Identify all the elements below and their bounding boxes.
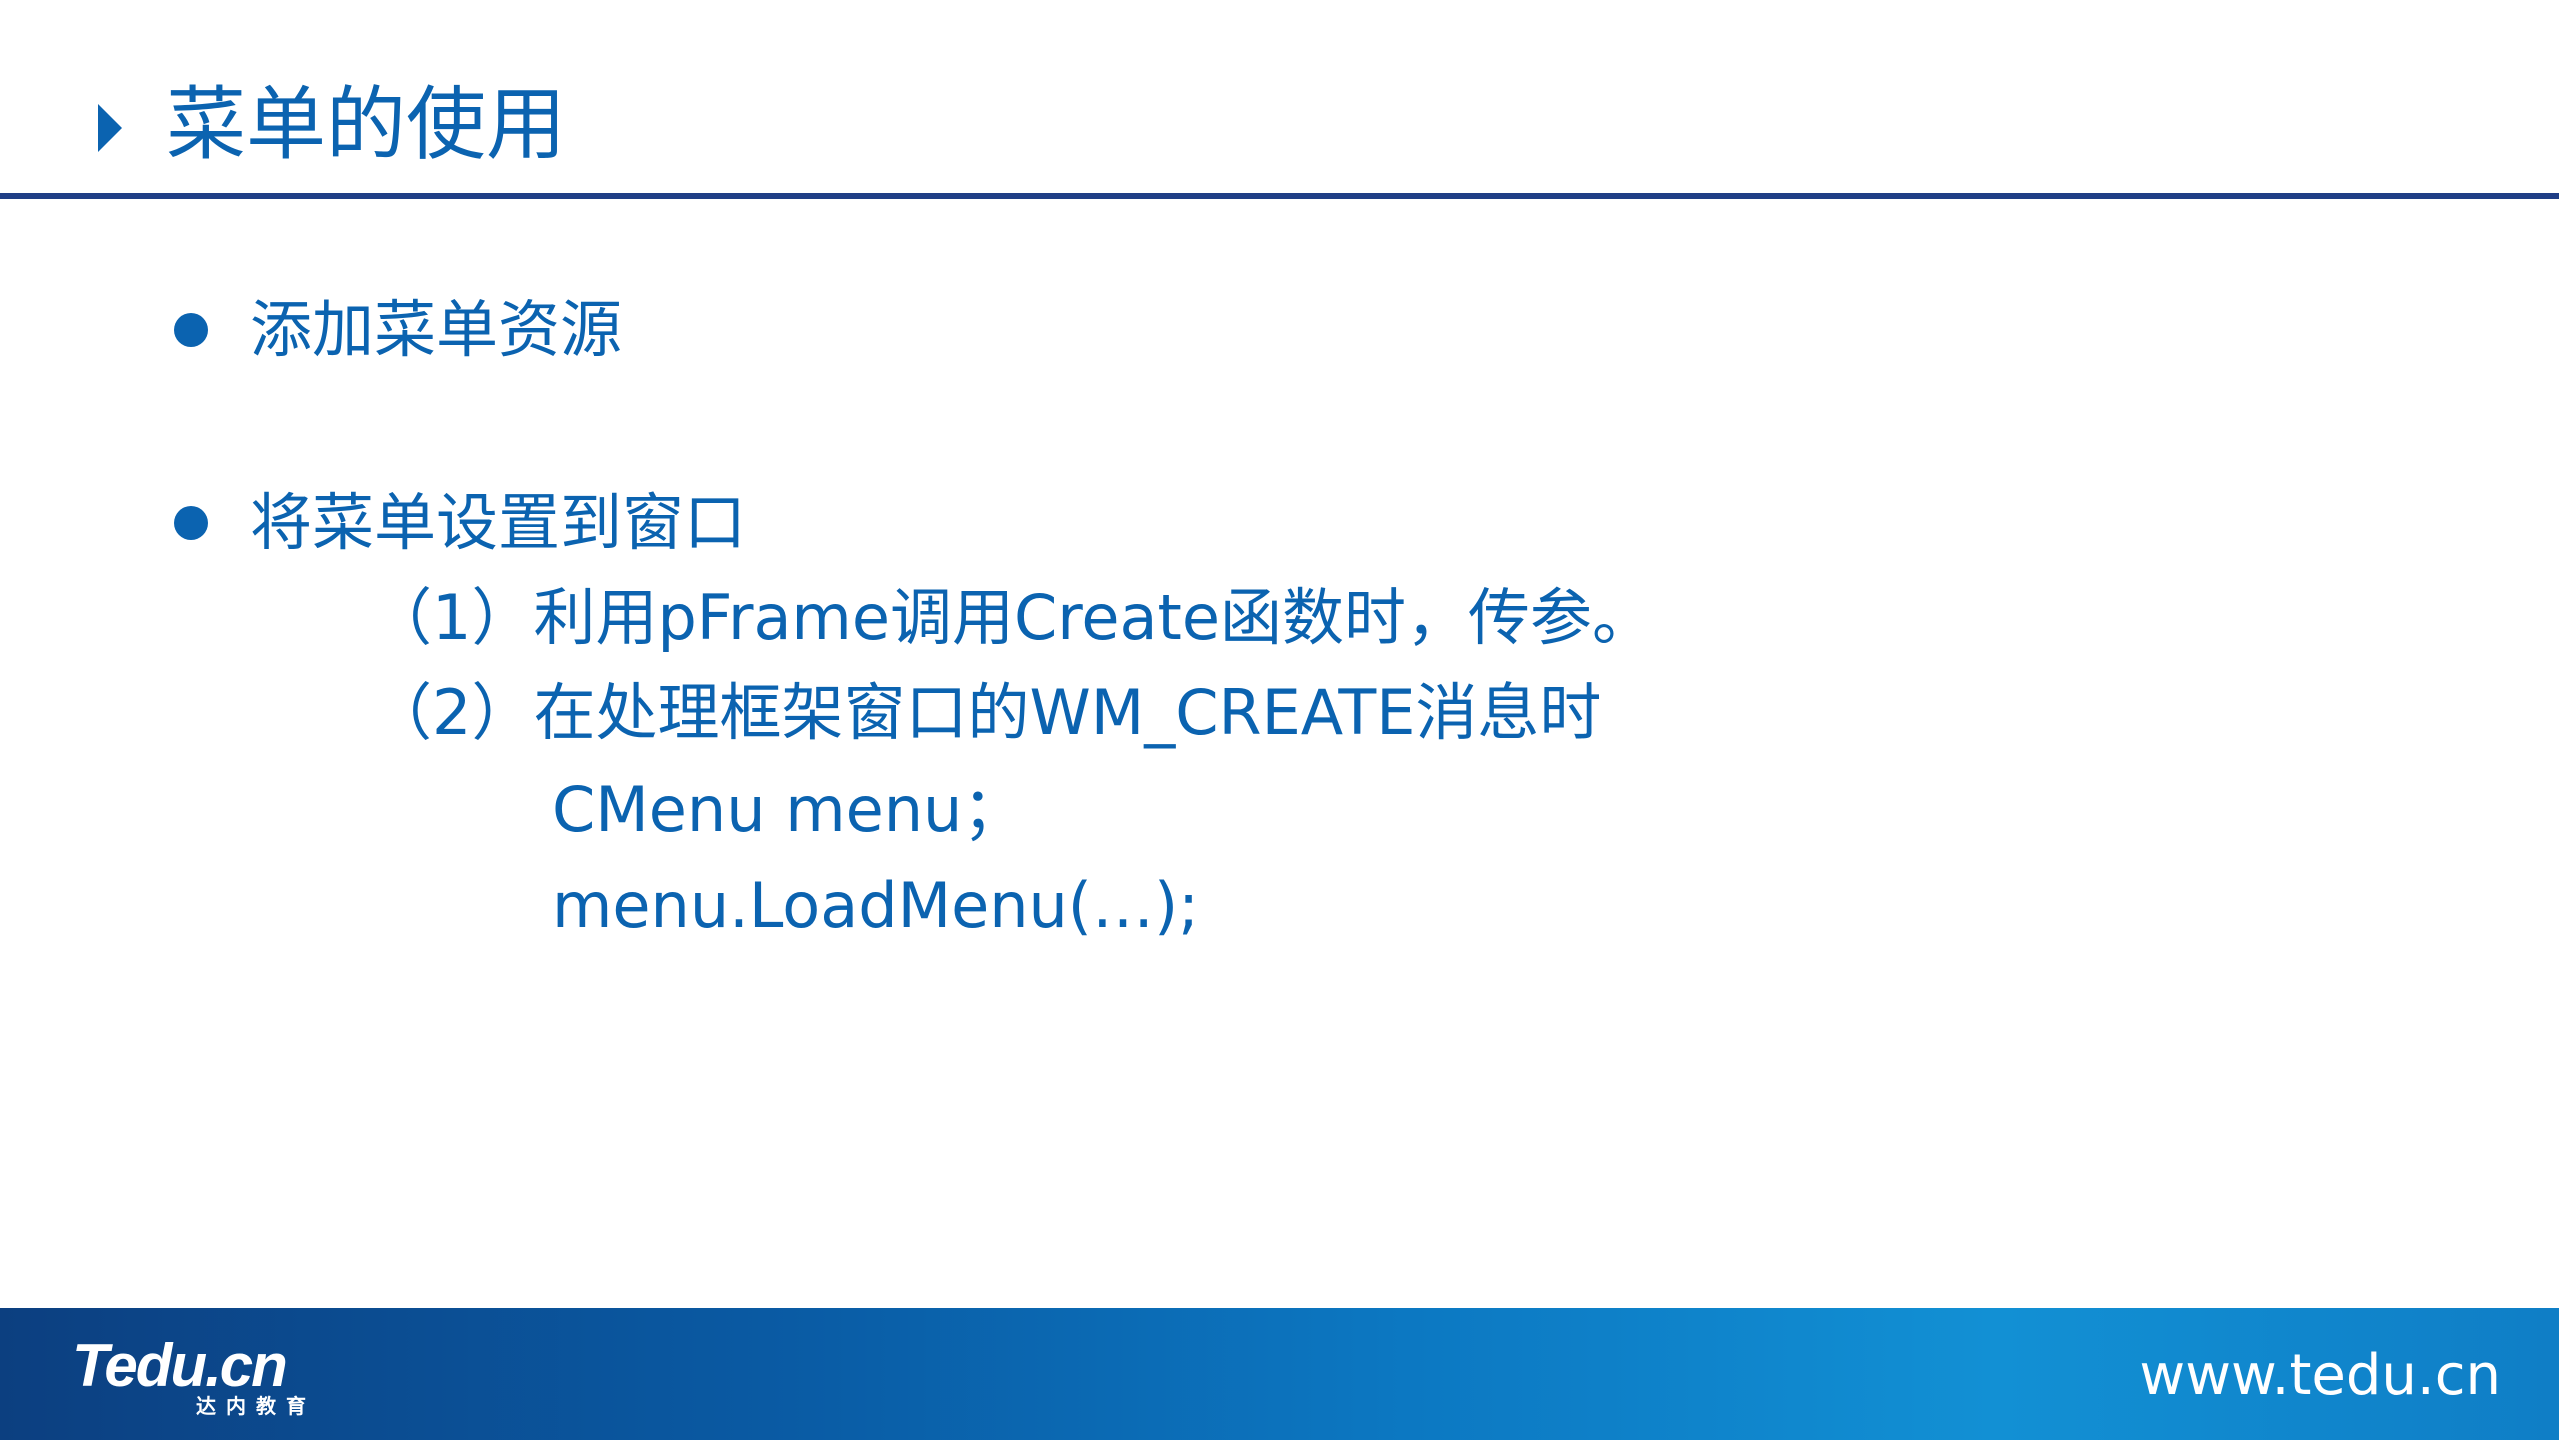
slide-title: 菜单的使用 (166, 78, 566, 171)
circle-bullet-icon (174, 313, 208, 347)
logo-wordmark: Tedu.cn (72, 1332, 288, 1399)
bullet-item: 添加菜单资源 (250, 293, 623, 366)
site-url: www.tedu.cn (2139, 1343, 2501, 1408)
slide-content: 添加菜单资源 将菜单设置到窗口 （1）利用pFrame调用Create函数时，传… (0, 200, 2559, 1300)
slide-header: 菜单的使用 (0, 0, 2559, 199)
sub-item: （1）利用pFrame调用Create函数时，传参。 (370, 581, 1654, 654)
sub-item: （2）在处理框架窗口的WM_CREATE消息时 (370, 676, 1602, 749)
bullet-item: 将菜单设置到窗口 (250, 486, 747, 559)
code-line: menu.LoadMenu(…); (552, 869, 1200, 942)
logo-subtitle: 达内教育 (196, 1394, 316, 1418)
tedu-logo: Tedu.cn 达内教育 (72, 1334, 332, 1424)
slide: 菜单的使用 添加菜单资源 将菜单设置到窗口 （1）利用pFrame调用Creat… (0, 0, 2559, 1440)
header-divider (0, 193, 2559, 199)
slide-footer: Tedu.cn 达内教育 www.tedu.cn (0, 1308, 2559, 1440)
triangle-right-icon (98, 104, 122, 152)
code-line: CMenu menu； (552, 773, 1025, 846)
circle-bullet-icon (174, 506, 208, 540)
